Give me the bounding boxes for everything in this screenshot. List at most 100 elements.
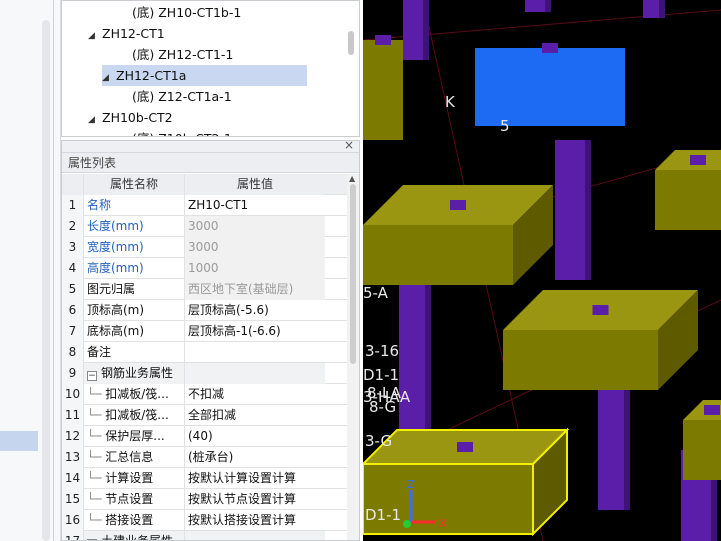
grid-axis-label: 5: [500, 117, 510, 135]
property-row[interactable]: 3 宽度(mm) 3000: [62, 237, 348, 258]
property-value-cell[interactable]: 3000: [185, 216, 325, 237]
property-row[interactable]: 16 └─ 搭接设置 按默认搭接设置计算: [62, 510, 348, 531]
expand-arrow-icon[interactable]: ◢: [102, 68, 112, 89]
property-value-cell[interactable]: (桩承台): [185, 447, 325, 468]
property-name-cell: └─ 扣减板/筏...: [84, 405, 185, 426]
property-value-cell[interactable]: ZH10-CT1: [185, 195, 325, 216]
pile-cap-front: [475, 48, 625, 126]
left-navigation-strip: [0, 0, 61, 541]
property-name: 顶标高(m): [87, 303, 145, 317]
pile-column-side: [423, 0, 429, 60]
3d-viewport[interactable]: K 5 5-A 3-16 D1-1 8-LA 3-HAA 8-G 3-G D1-1 Z X: [363, 0, 721, 541]
property-name-cell: 顶标高(m): [84, 300, 185, 321]
property-grid-scrollbar[interactable]: ▲: [347, 174, 359, 540]
property-name-cell: 长度(mm): [84, 216, 185, 237]
tree-connector-icon: └─: [87, 429, 106, 443]
row-number: 12: [62, 426, 84, 447]
property-value-cell[interactable]: 3000: [185, 237, 325, 258]
property-name-cell: 高度(mm): [84, 258, 185, 279]
property-value-cell[interactable]: 层顶标高(-5.6): [185, 300, 325, 321]
grid-axis-label: 3-G: [365, 432, 392, 450]
pile-cap-hole: [450, 200, 466, 210]
property-value-cell[interactable]: 层顶标高-1(-6.6): [185, 321, 325, 342]
tree-item[interactable]: ◢ ZH10b-CT2: [88, 107, 173, 128]
row-number: 15: [62, 489, 84, 510]
row-number: 10: [62, 384, 84, 405]
property-value-cell[interactable]: [185, 531, 325, 540]
row-number: 11: [62, 405, 84, 426]
property-value-cell[interactable]: 西区地下室(基础层): [185, 279, 325, 300]
property-value-cell[interactable]: [185, 363, 325, 384]
pile-cap-hole: [542, 43, 558, 53]
tree-scrollbar-thumb[interactable]: [348, 31, 354, 55]
property-value-cell[interactable]: 按默认搭接设置计算: [185, 510, 325, 531]
property-name-cell: └─ 计算设置: [84, 468, 185, 489]
property-value-cell[interactable]: 按默认节点设置计算: [185, 489, 325, 510]
property-row[interactable]: 1 名称 ZH10-CT1: [62, 195, 348, 216]
property-row[interactable]: 14 └─ 计算设置 按默认计算设置计算: [62, 468, 348, 489]
property-name-cell: 宽度(mm): [84, 237, 185, 258]
property-value-cell[interactable]: (40): [185, 426, 325, 447]
property-panel-titlebar: ×: [62, 141, 359, 153]
tree-item[interactable]: ◢ ZH12-CT1a: [102, 65, 307, 86]
tree-item[interactable]: (底) Z10b-CT2-1: [132, 128, 232, 136]
header-name-cell: 属性名称: [84, 174, 185, 195]
row-number: 2: [62, 216, 84, 237]
pile-cap-front: [655, 170, 721, 230]
property-list-panel: × 属性列表 属性名称 属性值 1 名称 ZH10-CT1 2 长度(mm) 3000 3 宽…: [61, 140, 360, 541]
tree-item[interactable]: (底) ZH12-CT1-1: [132, 44, 233, 65]
property-name-cell: 底标高(m): [84, 321, 185, 342]
row-number: 4: [62, 258, 84, 279]
property-row[interactable]: 17+土建业务属性: [62, 531, 348, 540]
row-number: 7: [62, 321, 84, 342]
close-icon[interactable]: ×: [344, 141, 354, 152]
property-value-cell[interactable]: 不扣减: [185, 384, 325, 405]
tree-item[interactable]: (底) Z12-CT1a-1: [132, 86, 232, 107]
property-row[interactable]: 12 └─ 保护层厚... (40): [62, 426, 348, 447]
expand-arrow-icon[interactable]: ◢: [88, 26, 98, 47]
property-row[interactable]: 7 底标高(m) 层顶标高-1(-6.6): [62, 321, 348, 342]
row-number: 9: [62, 363, 84, 384]
scroll-up-icon[interactable]: ▲: [349, 174, 355, 183]
app-root: (底) ZH10-CT1b-1 ◢ ZH12-CT1 (底) ZH12-CT1-1 ◢ Z…: [0, 0, 721, 541]
property-row[interactable]: 10 └─ 扣减板/筏... 不扣减: [62, 384, 348, 405]
row-number: 1: [62, 195, 84, 216]
property-row[interactable]: 4 高度(mm) 1000: [62, 258, 348, 279]
property-row[interactable]: 5 图元归属 西区地下室(基础层): [62, 279, 348, 300]
pile-column: [403, 0, 423, 60]
property-name: 计算设置: [105, 471, 154, 485]
pile-cap-hole: [457, 442, 473, 452]
property-row[interactable]: 8 备注: [62, 342, 348, 363]
property-value-cell[interactable]: 1000: [185, 258, 325, 279]
header-value-cell: 属性值: [185, 174, 325, 195]
tree-item[interactable]: ◢ ZH12-CT1: [88, 23, 165, 44]
property-row[interactable]: 9− 钢筋业务属性: [62, 363, 348, 384]
property-name-cell: +土建业务属性: [84, 531, 185, 540]
grid-axis-label: K: [445, 93, 456, 111]
property-name-cell: 备注: [84, 342, 185, 363]
property-row[interactable]: 11 └─ 扣减板/筏... 全部扣减: [62, 405, 348, 426]
tree-item-label: ZH12-CT1a: [116, 68, 187, 83]
property-row[interactable]: 15 └─ 节点设置 按默认节点设置计算: [62, 489, 348, 510]
grid-axis-label: D1-1: [365, 506, 401, 524]
header-num-cell: [62, 174, 84, 195]
left-strip-selected-item[interactable]: [0, 431, 38, 451]
property-value-cell[interactable]: [185, 342, 325, 363]
grid-axis-label: 5-A: [363, 284, 389, 302]
component-tree-panel: (底) ZH10-CT1b-1 ◢ ZH12-CT1 (底) ZH12-CT1-1 ◢ Z…: [61, 0, 360, 137]
property-value-cell[interactable]: 按默认计算设置计算: [185, 468, 325, 489]
property-name: 扣减板/筏...: [105, 387, 169, 401]
expand-arrow-icon[interactable]: ◢: [88, 110, 98, 131]
property-value-cell[interactable]: 全部扣减: [185, 405, 325, 426]
property-row[interactable]: 6 顶标高(m) 层顶标高(-5.6): [62, 300, 348, 321]
property-row[interactable]: 2 长度(mm) 3000: [62, 216, 348, 237]
tree-connector-icon: └─: [87, 387, 106, 401]
property-name: 长度(mm): [87, 219, 144, 233]
property-scrollbar-thumb[interactable]: [350, 184, 356, 364]
tree-item[interactable]: (底) ZH10-CT1b-1: [132, 2, 241, 23]
left-strip-scrollbar[interactable]: [42, 20, 50, 541]
row-number: 16: [62, 510, 84, 531]
pile-cap-hole: [592, 305, 609, 315]
collapse-icon[interactable]: −: [87, 371, 97, 381]
property-row[interactable]: 13 └─ 汇总信息 (桩承台): [62, 447, 348, 468]
